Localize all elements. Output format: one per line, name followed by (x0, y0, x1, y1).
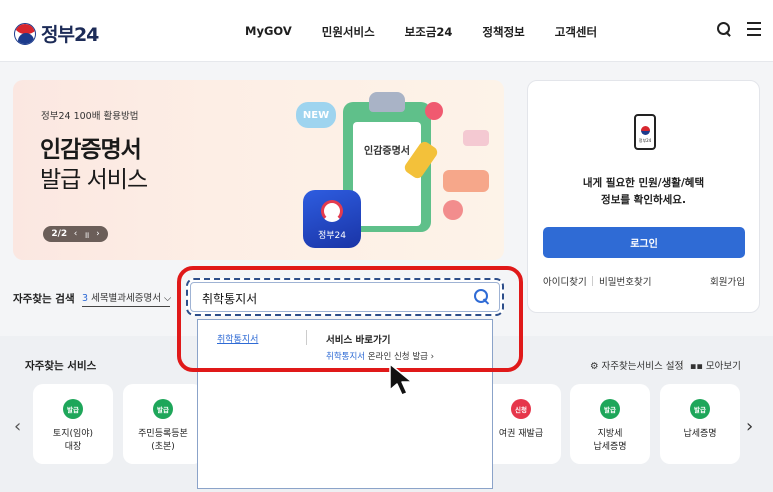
chevron-down-icon: ⌵ (164, 293, 172, 304)
service-card-label-line2: (초본) (151, 442, 175, 452)
banner-title: 인감증명서 (40, 137, 142, 163)
login-message-line2: 정보를 확인하세요. (601, 194, 686, 206)
logo[interactable]: 정부24 (14, 20, 99, 47)
service-card-label-line2: 대장 (64, 442, 82, 452)
logo-text: 정부24 (41, 24, 99, 46)
services-title: 자주찾는 서비스 (25, 360, 97, 372)
phone-icon: 정부24 (634, 114, 656, 150)
nav-customer-center[interactable]: 고객센터 (555, 24, 597, 40)
app-icon-label: 정부24 (317, 231, 346, 241)
gear-icon: ⚙ (590, 361, 602, 372)
main-nav: MyGOV 민원서비스 보조금24 정책정보 고객센터 (245, 24, 627, 40)
service-card-label-line1: 지방세 (597, 429, 623, 439)
pause-icon[interactable]: ॥ (84, 228, 89, 241)
services-view-all-label: 모아보기 (705, 361, 741, 372)
message-bubble-icon (443, 170, 489, 192)
service-card-label: 납세증명 (660, 428, 740, 441)
banner-pager[interactable]: 2/2 ‹ ॥ › (43, 226, 108, 242)
service-card-label-line1: 토지(임야) (52, 429, 94, 439)
app-logo-icon (321, 200, 343, 222)
login-button[interactable]: 로그인 (543, 227, 745, 258)
service-card-label-line1: 주민등록등본 (138, 429, 188, 439)
prev-icon[interactable]: ‹ (74, 229, 78, 239)
login-panel: 정부24 내게 필요한 민원/생활/혜택 정보를 확인하세요. 로그인 아이디찾… (527, 80, 760, 313)
next-icon[interactable]: › (96, 229, 100, 239)
select-value: 세목별과세증명서 (91, 293, 161, 304)
header-icons (717, 22, 761, 36)
banner-subtitle: 정부24 100배 활용방법 (41, 111, 139, 122)
gov24-app-icon: 정부24 (303, 190, 361, 248)
service-card-label: 지방세 납세증명 (570, 428, 650, 454)
chat-bubble-icon (463, 130, 489, 146)
nav-civil-service[interactable]: 민원서비스 (322, 24, 375, 40)
apply-badge: 신청 (511, 399, 531, 419)
search-icon[interactable] (717, 22, 731, 36)
frequent-search-select[interactable]: 3 세목별과세증명서 ⌵ (82, 290, 172, 307)
issue-badge: 발급 (690, 399, 710, 419)
phone-logo-icon (641, 126, 650, 135)
services-view-all-button[interactable]: ▪▪ 모아보기 (690, 358, 741, 372)
highlight-box (177, 266, 523, 372)
service-card-label-line2: 납세증명 (593, 442, 627, 452)
pager-count: 2/2 (51, 229, 68, 239)
service-card-label-line1: 여권 재발급 (498, 429, 544, 439)
issue-badge: 발급 (63, 399, 83, 419)
service-card-passport[interactable]: 신청 여권 재발급 (481, 384, 561, 464)
service-card-label: 주민등록등본 (초본) (123, 428, 203, 454)
service-card-tax-payment[interactable]: 발급 납세증명 (660, 384, 740, 464)
issue-badge: 발급 (600, 399, 620, 419)
find-password-link[interactable]: 비밀번호찾기 (599, 274, 651, 288)
header: 정부24 MyGOV 민원서비스 보조금24 정책정보 고객센터 (0, 0, 773, 62)
link-divider (592, 276, 593, 286)
service-card-label-line1: 납세증명 (683, 429, 717, 439)
person-icon (443, 200, 463, 220)
service-card-label: 토지(임야) 대장 (33, 428, 113, 454)
service-card-resident-registration[interactable]: 발급 주민등록등본 (초본) (123, 384, 203, 464)
services-settings-button[interactable]: ⚙ 자주찾는서비스 설정 (590, 358, 683, 372)
login-message-line1: 내게 필요한 민원/생활/혜택 (582, 177, 705, 189)
carousel-next-icon[interactable]: › (746, 416, 753, 437)
taegeuk-logo-icon (14, 22, 36, 45)
service-card-local-tax[interactable]: 발급 지방세 납세증명 (570, 384, 650, 464)
new-badge: NEW (296, 102, 336, 128)
carousel-prev-icon[interactable]: ‹ (14, 416, 21, 437)
service-card-land[interactable]: 발급 토지(임야) 대장 (33, 384, 113, 464)
select-rank: 3 (82, 293, 89, 304)
nav-mygov[interactable]: MyGOV (245, 24, 292, 40)
services-settings-label: 자주찾는서비스 설정 (601, 361, 684, 372)
nav-policy[interactable]: 정책정보 (482, 24, 524, 40)
phone-icon-label: 정부24 (638, 138, 652, 143)
login-message: 내게 필요한 민원/생활/혜택 정보를 확인하세요. (528, 175, 759, 209)
nav-subsidy[interactable]: 보조금24 (405, 24, 453, 40)
banner-title-line2: 발급 서비스 (40, 167, 148, 193)
issue-badge: 발급 (153, 399, 173, 419)
page: 정부24 MyGOV 민원서비스 보조금24 정책정보 고객센터 정부24 10… (0, 0, 773, 492)
mouse-cursor-icon (389, 363, 413, 396)
frequent-search-label: 자주찾는 검색 (13, 293, 75, 305)
grid-icon: ▪▪ (690, 361, 706, 372)
clipboard-clip (369, 92, 405, 112)
promo-banner[interactable]: 정부24 100배 활용방법 인감증명서 발급 서비스 2/2 ‹ ॥ › 인감… (13, 80, 504, 260)
signup-link[interactable]: 회원가입 (710, 274, 745, 288)
hamburger-menu-icon[interactable] (747, 22, 761, 36)
find-id-link[interactable]: 아이디찾기 (543, 274, 587, 288)
service-card-label: 여권 재발급 (481, 428, 561, 441)
heart-bubble-icon (425, 102, 443, 120)
services-divider (682, 360, 683, 370)
